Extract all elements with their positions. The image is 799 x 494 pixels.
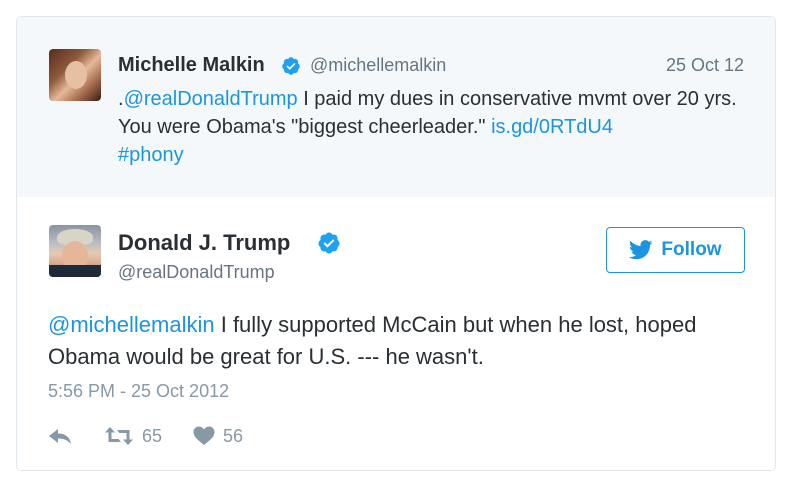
tweet-embed-card: Michelle Malkin @michellemalkin 25 Oct 1… [16, 16, 776, 471]
avatar-face [65, 61, 87, 89]
retweet-icon [105, 427, 133, 445]
avatar[interactable] [49, 49, 101, 101]
mention-link[interactable]: @realDonaldTrump [124, 88, 298, 110]
tweet-text: @michellemalkin I fully supported McCain… [48, 309, 748, 373]
tweet-timestamp[interactable]: 5:56 PM - 25 Oct 2012 [48, 381, 229, 402]
url-link[interactable]: is.gd/0RTdU4 [491, 116, 613, 138]
reply-button[interactable] [48, 421, 74, 451]
quoted-tweet-text: .@realDonaldTrump I paid my dues in cons… [118, 85, 758, 169]
retweet-button[interactable]: 65 [104, 421, 162, 451]
hashtag-link[interactable]: #phony [118, 144, 184, 166]
retweet-count: 65 [142, 425, 163, 446]
mention-link[interactable]: @michellemalkin [48, 312, 215, 337]
quoted-date[interactable]: 25 Oct 12 [666, 55, 744, 76]
verified-badge-icon [318, 232, 340, 254]
author-display-name[interactable]: Donald J. Trump [118, 230, 290, 256]
author-handle[interactable]: @realDonaldTrump [118, 262, 275, 283]
follow-button[interactable]: Follow [606, 227, 745, 273]
heart-icon [193, 426, 215, 445]
like-count: 56 [223, 425, 244, 446]
twitter-bird-icon [629, 240, 654, 260]
like-button[interactable]: 56 [193, 421, 243, 451]
reply-icon [49, 429, 71, 444]
avatar-suit [49, 265, 101, 277]
follow-label: Follow [661, 239, 722, 260]
quoted-tweet[interactable]: Michelle Malkin @michellemalkin 25 Oct 1… [17, 17, 775, 197]
quoted-handle[interactable]: @michellemalkin [310, 55, 446, 76]
verified-badge-icon [282, 57, 300, 75]
quoted-display-name[interactable]: Michelle Malkin [118, 54, 265, 77]
avatar[interactable] [49, 225, 101, 277]
